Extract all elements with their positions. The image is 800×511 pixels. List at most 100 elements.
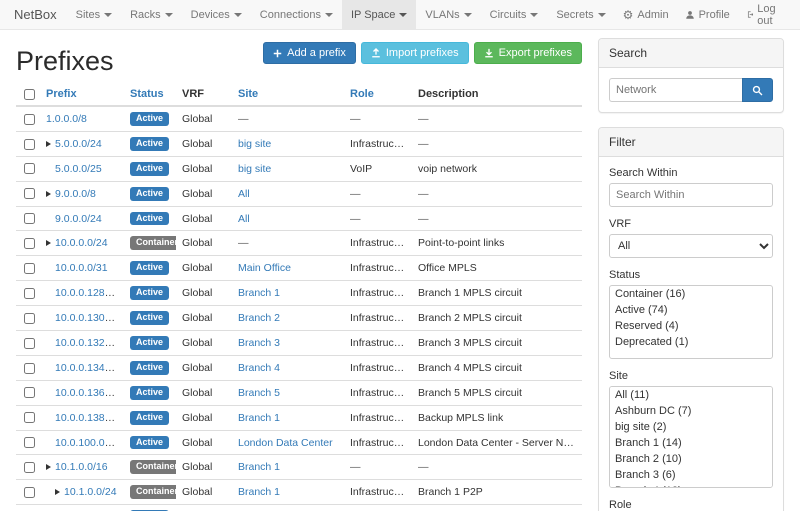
status-filter-list[interactable]: Container (16)Active (74)Reserved (4)Dep… [609, 285, 773, 359]
prefix-link[interactable]: 10.0.100.0/24 [55, 437, 119, 449]
prefix-link[interactable]: 9.0.0.0/24 [55, 213, 102, 225]
export-icon [484, 48, 494, 58]
search-within-input[interactable] [609, 183, 773, 207]
prefix-link[interactable]: 10.0.0.134/31 [55, 362, 119, 374]
filter-option[interactable]: Ashburn DC (7) [610, 403, 772, 419]
row-checkbox[interactable] [24, 139, 35, 150]
filter-option[interactable]: Branch 1 (14) [610, 435, 772, 451]
prefix-link[interactable]: 10.0.0.138/31 [55, 412, 119, 424]
filter-option[interactable]: Branch 2 (10) [610, 451, 772, 467]
prefix-link[interactable]: 10.1.0.0/24 [64, 486, 117, 498]
prefix-link[interactable]: 10.0.0.128/31 [55, 287, 119, 299]
site-filter-list[interactable]: All (11)Ashburn DC (7)big site (2)Branch… [609, 386, 773, 488]
prefix-link[interactable]: 10.0.0.132/31 [55, 337, 119, 349]
prefix-link[interactable]: 5.0.0.0/24 [55, 138, 102, 150]
select-all-checkbox[interactable] [24, 89, 35, 100]
filter-option[interactable]: Deprecated (1) [610, 334, 772, 350]
site-link[interactable]: Branch 1 [238, 461, 280, 473]
row-checkbox[interactable] [24, 163, 35, 174]
profile-link[interactable]: Profile [677, 0, 738, 29]
site-link[interactable]: Branch 4 [238, 362, 280, 374]
column-header-description: Description [412, 83, 582, 106]
nav-item-ip-space[interactable]: IP Space [342, 0, 416, 29]
nav-item-circuits[interactable]: Circuits [481, 0, 548, 29]
prefix-link[interactable]: 10.0.0.0/31 [55, 262, 108, 274]
site-link[interactable]: Branch 1 [238, 287, 280, 299]
prefix-link[interactable]: 10.0.0.130/31 [55, 312, 119, 324]
prefix-link[interactable]: 5.0.0.0/25 [55, 163, 102, 175]
site-link[interactable]: Main Office [238, 262, 291, 274]
row-checkbox[interactable] [24, 288, 35, 299]
filter-option[interactable]: Active (74) [610, 302, 772, 318]
column-header-site[interactable]: Site [232, 83, 344, 106]
search-input[interactable] [609, 78, 742, 102]
site-label: Site [609, 370, 773, 382]
role-cell: Infrastructure [344, 380, 412, 405]
role-cell: Infrastructure [344, 231, 412, 256]
site-link[interactable]: Branch 5 [238, 387, 280, 399]
description-cell: Point-to-point links [412, 231, 582, 256]
row-checkbox[interactable] [24, 313, 35, 324]
site-link[interactable]: Branch 3 [238, 337, 280, 349]
row-checkbox[interactable] [24, 338, 35, 349]
prefix-link[interactable]: 10.0.0.0/24 [55, 237, 108, 249]
site-link[interactable]: London Data Center [238, 437, 333, 449]
row-checkbox[interactable] [24, 487, 35, 498]
site-link[interactable]: big site [238, 138, 271, 150]
site-link[interactable]: Branch 1 [238, 486, 280, 498]
filter-option[interactable]: Container (16) [610, 286, 772, 302]
prefix-link[interactable]: 9.0.0.0/8 [55, 188, 96, 200]
prefix-link[interactable]: 1.0.0.0/8 [46, 113, 87, 125]
description-cell: — [412, 505, 582, 511]
import-icon [371, 48, 381, 58]
prefix-link[interactable]: 10.0.0.136/31 [55, 387, 119, 399]
vrf-select[interactable]: All [609, 234, 773, 258]
export-prefixes-button[interactable]: Export prefixes [474, 42, 582, 64]
row-checkbox[interactable] [24, 238, 35, 249]
nav-item-racks[interactable]: Racks [121, 0, 182, 29]
nav-item-secrets[interactable]: Secrets [547, 0, 614, 29]
import-prefixes-label: Import prefixes [386, 47, 459, 59]
site-link[interactable]: big site [238, 163, 271, 175]
row-checkbox[interactable] [24, 213, 35, 224]
nav-item-devices[interactable]: Devices [182, 0, 251, 29]
row-checkbox[interactable] [24, 114, 35, 125]
nav-item-vlans[interactable]: VLANs [416, 0, 480, 29]
row-checkbox[interactable] [24, 387, 35, 398]
site-link[interactable]: All [238, 188, 250, 200]
row-checkbox[interactable] [24, 363, 35, 374]
search-button[interactable] [742, 78, 773, 102]
site-link[interactable]: Branch 2 [238, 312, 280, 324]
expand-arrow-icon [55, 489, 60, 495]
logout-link[interactable]: Log out [738, 0, 790, 29]
prefix-table: PrefixStatusVRFSiteRoleDescription 1.0.0… [16, 83, 582, 511]
site-link[interactable]: All [238, 213, 250, 225]
row-checkbox[interactable] [24, 263, 35, 274]
vrf-cell: Global [176, 430, 232, 455]
column-header-prefix[interactable]: Prefix [40, 83, 124, 106]
site-link[interactable]: Branch 1 [238, 412, 280, 424]
vrf-cell: Global [176, 281, 232, 306]
role-cell: Infrastructure [344, 355, 412, 380]
filter-option[interactable]: Branch 4 (12) [610, 483, 772, 488]
filter-option[interactable]: Reserved (4) [610, 318, 772, 334]
nav-item-connections[interactable]: Connections [251, 0, 342, 29]
column-header-role[interactable]: Role [344, 83, 412, 106]
row-checkbox[interactable] [24, 188, 35, 199]
row-checkbox[interactable] [24, 437, 35, 448]
row-checkbox[interactable] [24, 462, 35, 473]
filter-option[interactable]: Branch 3 (6) [610, 467, 772, 483]
vrf-cell: Global [176, 380, 232, 405]
app-brand[interactable]: NetBox [10, 0, 67, 29]
import-prefixes-button[interactable]: Import prefixes [361, 42, 469, 64]
nav-item-sites[interactable]: Sites [67, 0, 121, 29]
row-checkbox[interactable] [24, 412, 35, 423]
filter-option[interactable]: big site (2) [610, 419, 772, 435]
prefix-link[interactable]: 10.1.0.0/16 [55, 461, 108, 473]
nav-item-label: Secrets [556, 9, 593, 21]
add-prefix-button[interactable]: Add a prefix [263, 42, 356, 64]
column-header-status[interactable]: Status [124, 83, 176, 106]
admin-link[interactable]: ⚙ Admin [615, 0, 677, 29]
status-badge: Active [130, 411, 169, 425]
filter-option[interactable]: All (11) [610, 387, 772, 403]
